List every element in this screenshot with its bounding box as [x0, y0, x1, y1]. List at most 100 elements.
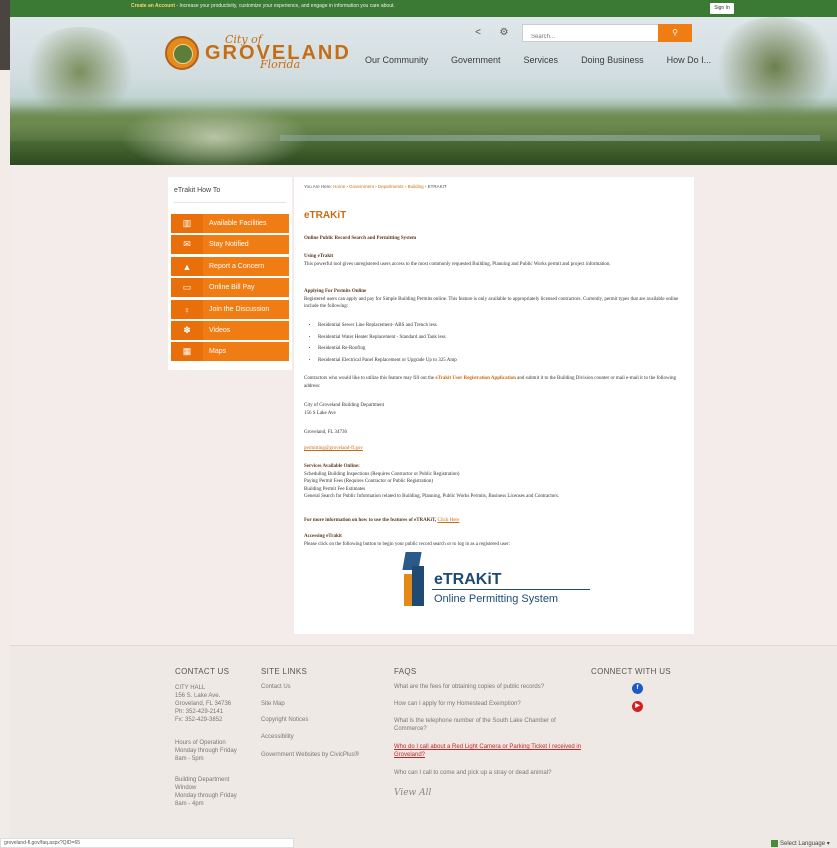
sign-in-button[interactable]: Sign In — [710, 3, 734, 14]
search-button[interactable]: ⚲ — [658, 24, 692, 42]
sidebar-item-label: Online Bill Pay — [209, 284, 255, 291]
film-reel-icon: ✽ — [171, 321, 203, 340]
footer-site-links-title: SITE LINKS — [261, 667, 308, 676]
sidebar-item-online-bill-pay[interactable]: ▭ Online Bill Pay — [171, 278, 289, 297]
faq-link[interactable]: What are the fees for obtaining copies o… — [394, 684, 544, 690]
etrakit-logo-subtitle: Online Permitting System — [434, 593, 559, 605]
sidebar-item-join-the-discussion[interactable]: ♀ Join the Discussion — [171, 300, 289, 319]
site-header — [10, 17, 837, 165]
sidebar-item-videos[interactable]: ✽ Videos — [171, 321, 289, 340]
hours-line: Building Department — [175, 777, 230, 783]
footer-contact-title: CONTACT US — [175, 667, 230, 676]
click-here-link[interactable]: Click Here — [438, 518, 460, 523]
hours-line: Monday through Friday — [175, 793, 237, 799]
breadcrumb-departments[interactable]: Departments — [378, 184, 404, 189]
header-tools: < ⚙ — [470, 24, 522, 42]
map-icon: ▦ — [171, 342, 203, 361]
faq-link-active[interactable]: Who do I call about a Red Light Camera o… — [394, 743, 584, 759]
footer-faqs-title: FAQS — [394, 667, 417, 676]
contact-line: Groveland, FL 34736 — [175, 701, 232, 707]
using-title: Using eTrakit — [304, 254, 334, 259]
browser-status-bar: groveland-fl.gov/faq.aspx?QID=65 — [0, 838, 294, 848]
service-item: Scheduling Building Inspections (Require… — [304, 471, 460, 477]
nav-our-community[interactable]: Our Community — [365, 55, 428, 65]
contractors-paragraph: Contractors who would like to utilize th… — [304, 375, 684, 390]
faq-link[interactable]: What is the telephone number of the Sout… — [394, 717, 584, 733]
google-translate-icon — [771, 840, 778, 847]
service-item: Paying Permit Fees (Requires Contractor … — [304, 479, 434, 484]
accessing-title: Accessing eTrakit — [304, 534, 342, 539]
list-item: Residential Sewer Line Replacement- ABS … — [318, 322, 684, 330]
gear-icon[interactable]: ⚙ — [496, 25, 512, 41]
hours-line: Window — [175, 785, 197, 791]
registration-application-link[interactable]: eTrakit User Registration Application — [435, 376, 516, 381]
credit-card-icon: ▭ — [171, 278, 203, 297]
page-heading-text: Online Public Record Search and Permitti… — [304, 236, 417, 241]
footer-link-contact-us[interactable]: Contact Us — [261, 684, 291, 690]
youtube-icon[interactable]: ▶ — [632, 701, 643, 712]
footer-link-site-map[interactable]: Site Map — [261, 701, 285, 707]
etrakit-button[interactable]: eTRAKiT Online Permitting System — [398, 552, 598, 614]
microphone-icon: ♀ — [171, 300, 203, 319]
sidebar-item-maps[interactable]: ▦ Maps — [171, 342, 289, 361]
nav-services[interactable]: Services — [524, 55, 559, 65]
search-icon: ⚲ — [672, 28, 678, 37]
footer-link-accessibility[interactable]: Accessibility — [261, 734, 294, 740]
building-icon: ▥ — [171, 214, 203, 233]
bell-icon: ▲ — [171, 257, 203, 276]
breadcrumb-building[interactable]: Building — [408, 184, 424, 189]
language-label: Select Language — [780, 841, 826, 848]
breadcrumb-government[interactable]: Government — [349, 184, 374, 189]
faq-link[interactable]: Who can I call to come and pick up a str… — [394, 770, 551, 776]
sidebar-item-label: Available Facilities — [209, 220, 267, 227]
account-message: Create an Account - Increase your produc… — [131, 3, 395, 9]
create-account-link[interactable]: Create an Account — [131, 3, 175, 9]
breadcrumb-home[interactable]: Home — [333, 184, 345, 189]
permit-types-list: Residential Sewer Line Replacement- ABS … — [304, 322, 684, 368]
address-line: 156 S Lake Ave — [304, 410, 336, 416]
contact-line: Fx: 352-429-3852 — [175, 717, 223, 723]
using-text: This powerful tool gives unregistered us… — [304, 261, 611, 267]
hours-line: Hours of Operation — [175, 740, 226, 746]
nav-doing-business[interactable]: Doing Business — [581, 55, 644, 65]
palm-right — [710, 17, 837, 117]
facebook-icon[interactable]: f — [632, 683, 643, 694]
language-selector[interactable]: Select Language ▾ — [771, 840, 830, 847]
share-icon[interactable]: < — [470, 25, 486, 41]
sidebar-item-stay-notified[interactable]: ✉ Stay Notified — [171, 235, 289, 254]
search-box: ⚲ — [522, 24, 692, 45]
site-logo[interactable]: City of GROVELAND Florida — [165, 33, 355, 76]
services-title: Services Available Online: — [304, 464, 360, 469]
main-content: You Are Here: Home › Government › Depart… — [294, 177, 694, 634]
etrakit-logo-title: eTRAKiT — [434, 571, 502, 588]
sidebar-item-available-facilities[interactable]: ▥ Available Facilities — [171, 214, 289, 233]
email-link[interactable]: permitting@groveland-fl.gov — [304, 446, 363, 451]
contact-line: CITY HALL — [175, 685, 206, 691]
logo-state: Florida — [260, 58, 301, 71]
search-input[interactable] — [523, 29, 653, 45]
services-section: Services Available Online: Scheduling Bu… — [304, 463, 684, 501]
sidebar-divider — [174, 202, 286, 203]
footer-link-civicplus[interactable]: Government Websites by CivicPlus® — [261, 752, 359, 758]
sidebar-item-report-a-concern[interactable]: ▲ Report a Concern — [171, 257, 289, 276]
nav-government[interactable]: Government — [451, 55, 501, 65]
faq-link[interactable]: How can I apply for my Homestead Exempti… — [394, 701, 521, 707]
footer-building-hours: Building Department Window Monday throug… — [175, 776, 237, 808]
applying-title: Applying For Permits Online — [304, 289, 367, 294]
faq-view-all-link[interactable]: View All — [394, 788, 431, 798]
contractors-text: Contractors who would like to utilize th… — [304, 376, 436, 381]
main-nav: Our Community Government Services Doing … — [365, 55, 734, 65]
address-block: City of Groveland Building Department 15… — [304, 402, 684, 417]
account-message-text: - Increase your productivity, customize … — [175, 3, 395, 9]
list-item: Residential Re-Roofing — [318, 345, 684, 353]
palmetto-front — [120, 102, 310, 165]
sidebar-title: eTrakit How To — [174, 187, 221, 194]
hours-line: 8am - 4pm — [175, 801, 204, 807]
footer-connect-title: CONNECT WITH US — [591, 667, 671, 676]
sidebar-item-label: Report a Concern — [209, 263, 265, 270]
sidebar-item-label: Stay Notified — [209, 241, 249, 248]
sidebar-item-label: Maps — [209, 348, 227, 355]
footer-link-copyright[interactable]: Copyright Notices — [261, 717, 308, 723]
sidebar-item-label: Videos — [209, 327, 231, 334]
nav-how-do-i[interactable]: How Do I... — [667, 55, 712, 65]
